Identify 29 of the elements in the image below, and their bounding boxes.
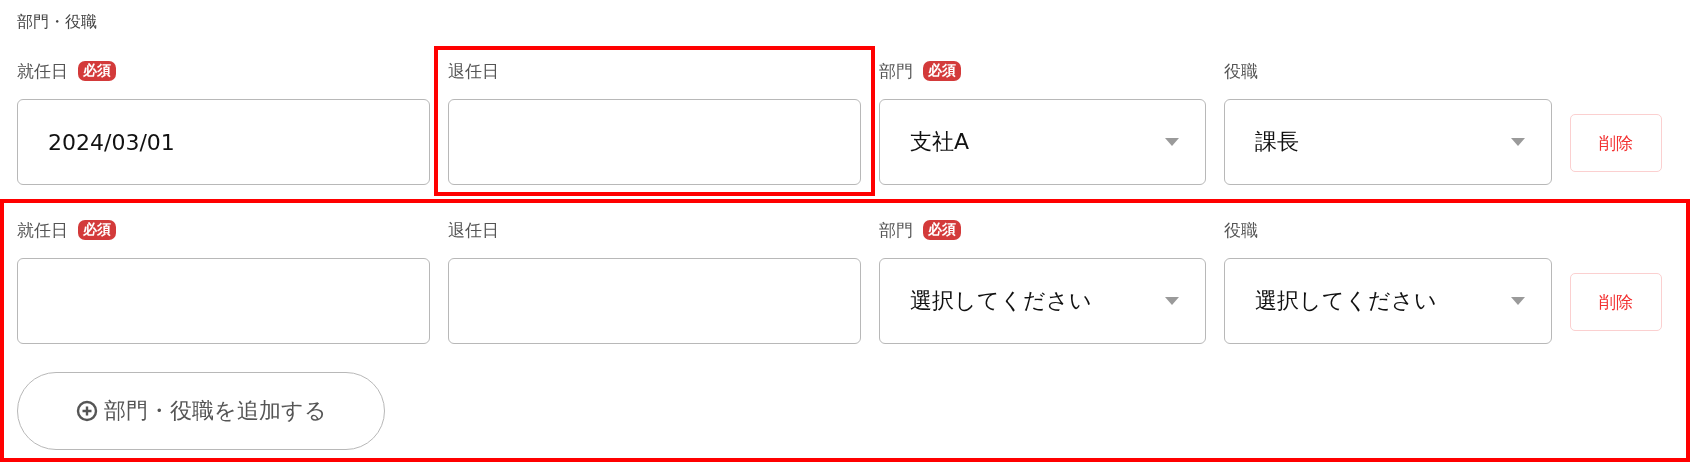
- field-label: 役職: [1224, 59, 1258, 83]
- field-label: 部門: [879, 59, 913, 83]
- required-badge: 必須: [78, 61, 116, 81]
- date-field[interactable]: 2024/03/01: [17, 99, 430, 185]
- field-label: 就任日: [17, 59, 68, 83]
- delete-button[interactable]: 削除: [1570, 273, 1662, 331]
- caret-icon: [1165, 138, 1179, 146]
- dropdown-field[interactable]: 選択してください: [879, 258, 1206, 344]
- field-label: 就任日: [17, 218, 68, 242]
- plus-circle-icon: [75, 400, 98, 422]
- section-title: 部門・役職: [16, 12, 98, 33]
- field-label: 退任日: [448, 59, 499, 83]
- field-label: 部門: [879, 218, 913, 242]
- date-field[interactable]: [17, 258, 430, 344]
- caret-icon: [1511, 297, 1525, 305]
- date-field[interactable]: [448, 99, 861, 185]
- add-button[interactable]: 部門・役職を追加する: [17, 372, 385, 450]
- dropdown-field[interactable]: 支社A: [879, 99, 1206, 185]
- field-label: 退任日: [448, 218, 499, 242]
- date-field[interactable]: [448, 258, 861, 344]
- required-badge: 必須: [78, 220, 116, 240]
- caret-icon: [1165, 297, 1179, 305]
- required-badge: 必須: [923, 220, 961, 240]
- field-label: 役職: [1224, 218, 1258, 242]
- dropdown-field[interactable]: 選択してください: [1224, 258, 1552, 344]
- caret-icon: [1511, 138, 1525, 146]
- delete-button[interactable]: 削除: [1570, 114, 1662, 172]
- dropdown-field[interactable]: 課長: [1224, 99, 1552, 185]
- required-badge: 必須: [923, 61, 961, 81]
